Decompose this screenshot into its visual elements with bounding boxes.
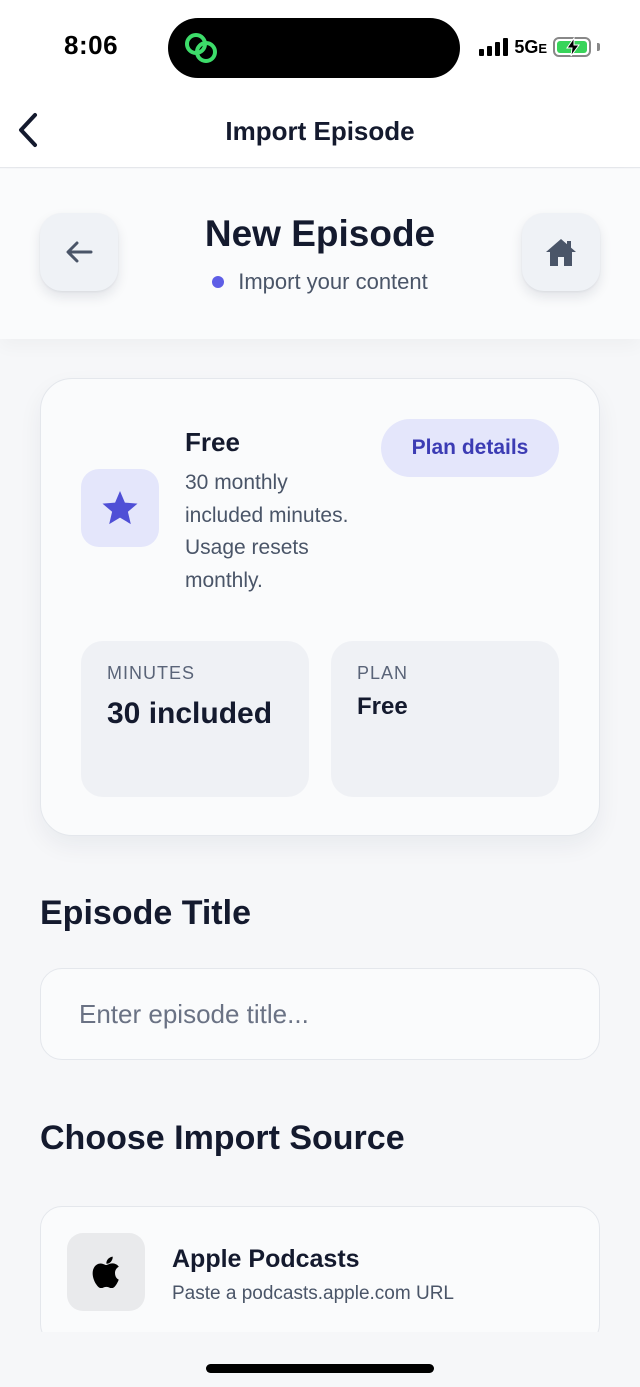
signal-icon (479, 38, 509, 56)
status-time: 8:06 (64, 30, 119, 60)
plan-value: Free (357, 693, 408, 720)
page-header: New Episode Import your content (0, 169, 640, 339)
source-apple-podcasts[interactable]: Apple Podcasts Paste a podcasts.apple.co… (40, 1206, 600, 1346)
plan-card: Free 30 monthly included minutes. Usage … (40, 378, 600, 836)
network-label: 5GE (514, 36, 547, 57)
source-icon-container (67, 1233, 145, 1311)
dynamic-island (168, 18, 460, 78)
source-description: Paste a podcasts.apple.com URL (172, 1283, 454, 1304)
home-button[interactable] (522, 213, 600, 291)
home-indicator[interactable] (206, 1364, 434, 1373)
plan-description: 30 monthly included minutes. Usage reset… (185, 471, 349, 592)
plan-details-button[interactable]: Plan details (381, 419, 559, 477)
status-bar: 8:06 5GE (0, 0, 640, 96)
episode-title-input[interactable] (40, 968, 600, 1060)
status-dot (212, 276, 225, 288)
subtitle-text: Import your content (238, 269, 428, 294)
plan-icon-container (81, 469, 159, 547)
star-icon (102, 491, 138, 525)
battery-icon (553, 37, 591, 57)
link-rings-icon (185, 33, 217, 63)
minutes-label: MINUTES (107, 663, 195, 683)
plan-stat: PLAN Free (331, 641, 559, 797)
minutes-stat: MINUTES 30 included (81, 641, 309, 797)
import-source-heading: Choose Import Source (40, 1119, 405, 1157)
apple-icon (92, 1256, 119, 1288)
battery-cap (597, 43, 600, 51)
episode-title-heading: Episode Title (40, 894, 251, 932)
navigation-bar: Import Episode (0, 96, 640, 168)
plan-label: PLAN (357, 663, 409, 683)
minutes-value: 30 included (107, 697, 273, 730)
source-name: Apple Podcasts (172, 1245, 360, 1273)
bottom-bar (0, 1332, 640, 1387)
nav-title: Import Episode (225, 116, 415, 146)
plan-name: Free (185, 427, 240, 457)
home-icon (546, 239, 576, 266)
status-indicators: 5GE (479, 34, 600, 60)
